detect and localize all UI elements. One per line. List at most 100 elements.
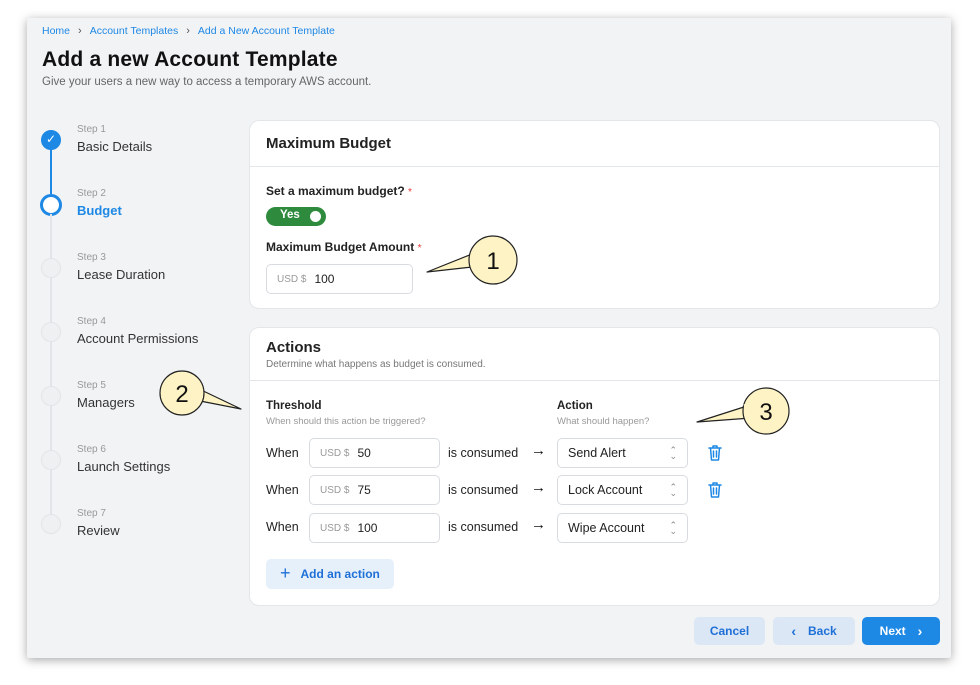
add-action-label: Add an action [300,567,380,581]
step-number: Step 5 [77,380,106,391]
when-label: When [266,446,299,460]
check-icon: ✓ [41,130,61,150]
input-value: 100 [357,521,378,535]
back-button[interactable]: ‹ Back [773,617,855,645]
arrow-right-icon: → [531,442,546,459]
breadcrumb-current[interactable]: Add a New Account Template [198,25,335,37]
current-step-indicator [40,194,62,216]
input-value: 50 [357,446,371,460]
required-mark: * [417,243,422,254]
input-value: 100 [314,272,335,286]
action-select[interactable]: Wipe Account ⌃ ⌄ [557,513,688,543]
breadcrumb: Home › Account Templates › Add a New Acc… [42,25,335,37]
step-indicator [41,450,61,470]
threshold-header: Threshold [266,400,322,412]
step-label: Lease Duration [77,267,166,282]
updown-chevron-icon: ⌃ ⌄ [669,445,677,461]
select-value: Send Alert [568,446,626,460]
callout-1: 1 [426,235,518,285]
threshold-input[interactable]: USD $ 100 [309,513,440,543]
card-title: Maximum Budget [266,135,392,152]
threshold-subheader: When should this action be triggered? [266,416,426,427]
card-title: Actions [266,339,322,356]
next-label: Next [879,624,906,638]
required-mark: * [408,187,412,198]
select-value: Lock Account [568,483,643,497]
step-lease-duration[interactable]: Step 3 Lease Duration [41,250,231,322]
budget-amount-label: Maximum Budget Amount * [266,240,421,254]
input-value: 75 [357,483,371,497]
budget-toggle[interactable]: Yes [266,207,326,226]
when-label: When [266,520,299,534]
actions-card: Actions Determine what happens as budget… [249,327,940,606]
consumed-label: is consumed [448,483,519,497]
step-label: Account Permissions [77,331,199,346]
currency-prefix: USD $ [320,447,350,459]
select-value: Wipe Account [568,521,645,535]
currency-prefix: USD $ [320,522,350,534]
app-frame: Home › Account Templates › Add a New Acc… [27,18,951,658]
chevron-left-icon: ‹ [791,623,796,639]
step-number: Step 6 [77,444,106,455]
currency-prefix: USD $ [277,273,307,285]
callout-number: 1 [486,248,499,275]
action-header: Action [557,400,593,412]
step-number: Step 1 [77,124,106,135]
currency-prefix: USD $ [320,484,350,496]
card-header: Maximum Budget [250,121,939,167]
threshold-input[interactable]: USD $ 50 [309,438,440,468]
callout-number: 2 [175,381,188,408]
toggle-label: Yes [280,209,300,221]
page-title: Add a new Account Template [42,48,338,71]
step-number: Step 2 [77,188,106,199]
step-label: Budget [77,203,122,218]
next-button[interactable]: Next › [862,617,940,645]
updown-chevron-icon: ⌃ ⌄ [669,482,677,498]
set-budget-label-text: Set a maximum budget? [266,184,405,198]
step-indicator [41,514,61,534]
step-review[interactable]: Step 7 Review [41,506,231,570]
card-description: Determine what happens as budget is cons… [266,359,486,370]
threshold-input[interactable]: USD $ 75 [309,475,440,505]
budget-amount-label-text: Maximum Budget Amount [266,240,415,254]
step-label: Basic Details [77,139,153,154]
updown-chevron-icon: ⌃ ⌄ [669,520,677,536]
step-label: Review [77,523,120,538]
action-select[interactable]: Lock Account ⌃ ⌄ [557,475,688,505]
card-header: Actions Determine what happens as budget… [250,328,939,381]
step-indicator [41,258,61,278]
action-select[interactable]: Send Alert ⌃ ⌄ [557,438,688,468]
trash-icon[interactable] [707,481,723,499]
plus-icon: + [280,562,291,583]
consumed-label: is consumed [448,446,519,460]
callout-3: 3 [696,387,790,435]
arrow-right-icon: → [531,479,546,496]
consumed-label: is consumed [448,520,519,534]
page-subtitle: Give your users a new way to access a te… [42,76,372,88]
breadcrumb-account-templates[interactable]: Account Templates [90,25,179,37]
step-number: Step 4 [77,316,106,327]
trash-icon[interactable] [707,444,723,462]
step-number: Step 3 [77,252,106,263]
callout-number: 3 [759,399,772,426]
callout-2: 2 [159,370,242,416]
step-label: Launch Settings [77,459,171,474]
action-subheader: What should happen? [557,416,650,427]
toggle-knob [310,211,321,222]
step-budget[interactable]: Step 2 Budget [40,186,231,258]
back-label: Back [807,624,837,638]
step-launch-settings[interactable]: Step 6 Launch Settings [41,442,231,514]
stepper: ✓ Step 1 Basic Details Step 2 Budget Ste… [40,122,231,570]
set-budget-label: Set a maximum budget? * [266,184,412,198]
chevron-right-icon: › [186,25,190,37]
step-number: Step 7 [77,508,106,519]
step-indicator [41,322,61,342]
arrow-right-icon: → [531,516,546,533]
cancel-button[interactable]: Cancel [694,617,765,645]
budget-amount-input[interactable]: USD $ 100 [266,264,413,294]
add-action-button[interactable]: + Add an action [266,559,394,589]
step-basic-details[interactable]: ✓ Step 1 Basic Details [41,122,231,194]
chevron-right-icon: › [917,623,923,639]
step-label: Managers [77,395,135,410]
breadcrumb-home[interactable]: Home [42,25,70,37]
